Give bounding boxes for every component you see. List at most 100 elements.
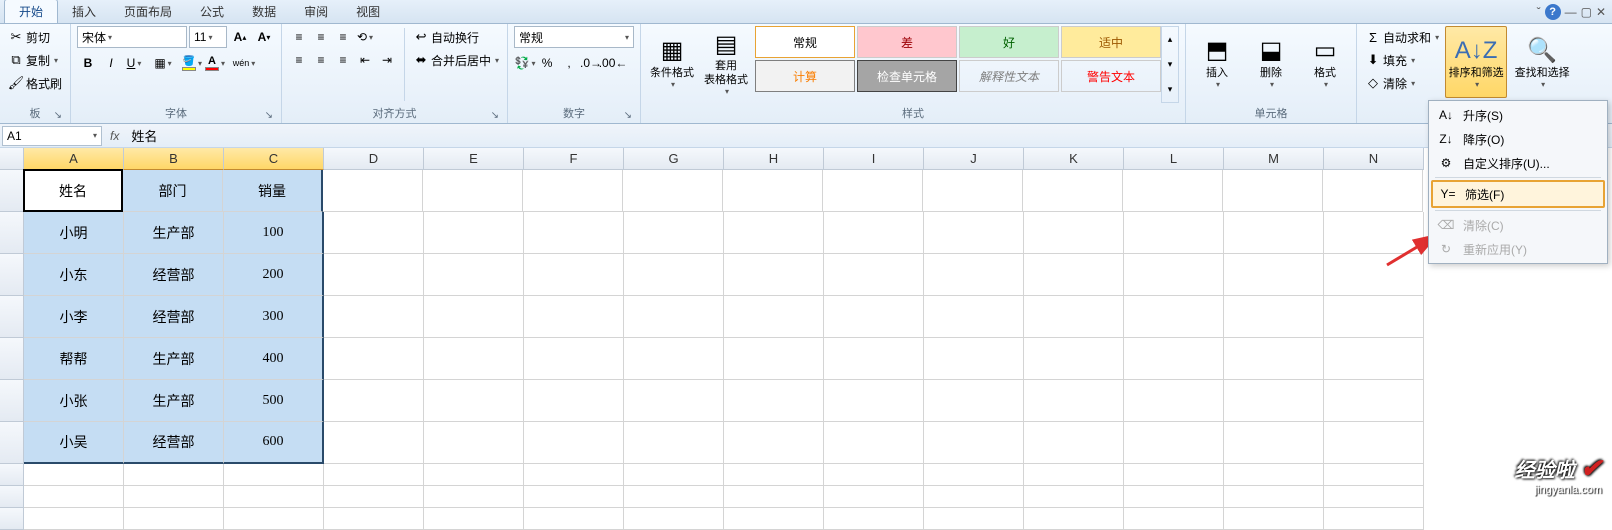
cell[interactable] [824, 508, 924, 530]
cell[interactable] [1324, 464, 1424, 486]
col-header-B[interactable]: B [124, 148, 224, 170]
cell[interactable] [1024, 338, 1124, 380]
cell[interactable]: 经营部 [124, 422, 224, 464]
find-select-button[interactable]: 🔍 查找和选择 ▾ [1511, 26, 1573, 98]
cell[interactable]: 300 [224, 296, 324, 338]
cell[interactable] [1224, 422, 1324, 464]
cell[interactable] [524, 380, 624, 422]
cell[interactable] [1324, 296, 1424, 338]
cell[interactable] [324, 380, 424, 422]
gallery-down-button[interactable]: ▾ [1162, 52, 1178, 77]
col-header-K[interactable]: K [1024, 148, 1124, 170]
fx-icon[interactable]: fx [110, 129, 119, 143]
cell[interactable] [124, 464, 224, 486]
cell[interactable] [1224, 254, 1324, 296]
col-header-I[interactable]: I [824, 148, 924, 170]
cell[interactable] [1024, 508, 1124, 530]
cell[interactable] [1024, 464, 1124, 486]
align-middle-button[interactable]: ≡ [310, 26, 332, 48]
bold-button[interactable]: B [77, 52, 99, 74]
cell[interactable] [823, 170, 923, 212]
cell[interactable] [1124, 422, 1224, 464]
window-restore-icon[interactable]: ▢ [1581, 5, 1592, 19]
tab-insert[interactable]: 插入 [58, 0, 110, 23]
cell[interactable]: 600 [224, 422, 324, 464]
cell[interactable] [224, 508, 324, 530]
cell[interactable] [924, 422, 1024, 464]
row-header[interactable] [0, 212, 24, 254]
tab-data[interactable]: 数据 [238, 0, 290, 23]
delete-cells-button[interactable]: ⬓删除▾ [1246, 26, 1296, 98]
cell[interactable] [724, 254, 824, 296]
cell[interactable] [1324, 212, 1424, 254]
gallery-more-button[interactable]: ▾ [1162, 77, 1178, 102]
fill-button[interactable]: ⬇填充▾ [1363, 49, 1441, 71]
style-cell-calc[interactable]: 计算 [755, 60, 855, 92]
filter-item[interactable]: Y=筛选(F) [1431, 180, 1605, 208]
row-header[interactable] [0, 254, 24, 296]
cell[interactable] [1323, 170, 1423, 212]
col-header-J[interactable]: J [924, 148, 1024, 170]
cell[interactable] [824, 380, 924, 422]
col-header-F[interactable]: F [524, 148, 624, 170]
cell[interactable] [824, 422, 924, 464]
phonetic-button[interactable]: wén▾ [233, 52, 255, 74]
wrap-text-button[interactable]: ↩自动换行 [411, 26, 501, 48]
cell[interactable] [324, 486, 424, 508]
shrink-font-button[interactable]: A▾ [253, 26, 275, 48]
row-header[interactable] [0, 380, 24, 422]
accounting-format-button[interactable]: 💱▾ [514, 52, 536, 74]
cell[interactable] [324, 338, 424, 380]
tab-review[interactable]: 审阅 [290, 0, 342, 23]
cell[interactable] [1024, 486, 1124, 508]
cell[interactable] [24, 486, 124, 508]
cell[interactable] [424, 212, 524, 254]
col-header-A[interactable]: A [24, 148, 124, 170]
merge-center-button[interactable]: ⬌合并后居中▾ [411, 49, 501, 71]
cell[interactable] [324, 464, 424, 486]
cell[interactable] [1324, 254, 1424, 296]
cell[interactable] [623, 170, 723, 212]
tab-view[interactable]: 视图 [342, 0, 394, 23]
cell[interactable] [723, 170, 823, 212]
col-header-C[interactable]: C [224, 148, 324, 170]
style-cell-explain[interactable]: 解释性文本 [959, 60, 1059, 92]
cell[interactable] [523, 170, 623, 212]
cell[interactable] [1024, 212, 1124, 254]
launcher-icon[interactable]: ↘ [491, 110, 499, 121]
cell[interactable] [324, 508, 424, 530]
cell[interactable] [1124, 486, 1224, 508]
tab-page-layout[interactable]: 页面布局 [110, 0, 186, 23]
style-cell-bad[interactable]: 差 [857, 26, 957, 58]
cell[interactable] [924, 486, 1024, 508]
cell[interactable]: 200 [224, 254, 324, 296]
autosum-button[interactable]: Σ自动求和▾ [1363, 26, 1441, 48]
italic-button[interactable]: I [100, 52, 122, 74]
cell[interactable] [1324, 508, 1424, 530]
copy-button[interactable]: ⧉复制▾ [6, 49, 64, 71]
cell[interactable] [424, 254, 524, 296]
cell[interactable] [1224, 212, 1324, 254]
indent-decrease-button[interactable]: ⇤ [354, 49, 376, 71]
cell[interactable]: 经营部 [124, 254, 224, 296]
col-header-M[interactable]: M [1224, 148, 1324, 170]
cell[interactable] [924, 338, 1024, 380]
cell[interactable] [1324, 338, 1424, 380]
cell[interactable]: 生产部 [124, 338, 224, 380]
cell[interactable] [1124, 296, 1224, 338]
cell[interactable] [624, 422, 724, 464]
font-size-combo[interactable]: 11▾ [189, 26, 227, 48]
cell[interactable] [524, 422, 624, 464]
cell-styles-gallery[interactable]: 常规差好适中计算检查单元格解释性文本警告文本 [755, 26, 1161, 103]
orientation-button[interactable]: ⟲▾ [354, 26, 376, 48]
insert-cells-button[interactable]: ⬒插入▾ [1192, 26, 1242, 98]
cell[interactable] [624, 486, 724, 508]
cell[interactable]: 生产部 [124, 212, 224, 254]
sort-desc-item[interactable]: Z↓降序(O) [1431, 127, 1605, 151]
cell[interactable] [24, 508, 124, 530]
cell[interactable] [624, 508, 724, 530]
cell[interactable] [923, 170, 1023, 212]
cell[interactable] [323, 170, 423, 212]
cell[interactable] [524, 486, 624, 508]
cell[interactable] [24, 464, 124, 486]
